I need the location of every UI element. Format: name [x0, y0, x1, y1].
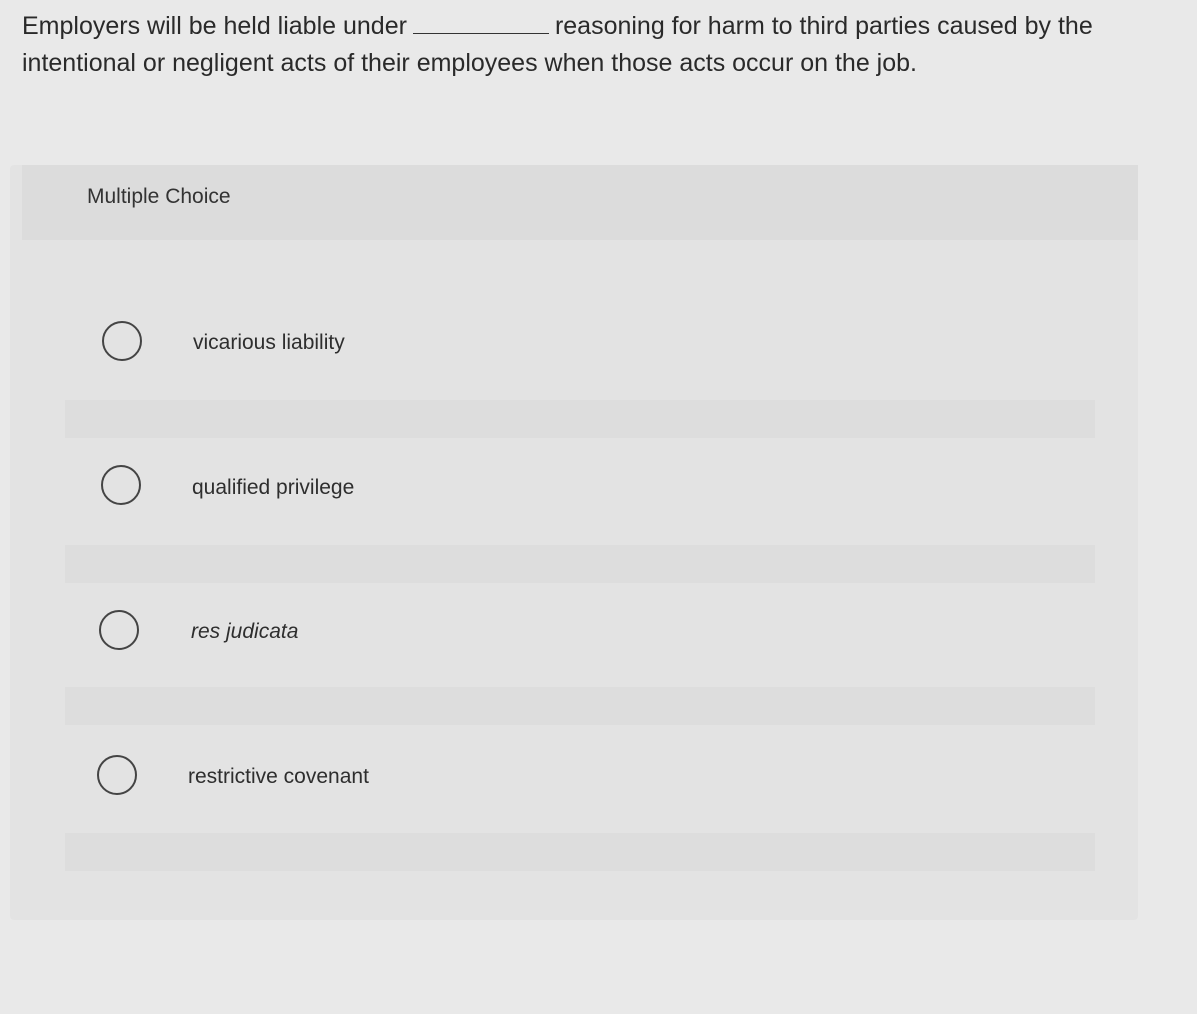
option-label[interactable]: qualified privilege — [192, 476, 354, 500]
option-divider — [65, 545, 1095, 583]
option-label[interactable]: vicarious liability — [193, 331, 345, 355]
question-text-before: Employers will be held liable under — [22, 12, 407, 40]
multiple-choice-panel: Multiple Choice vicarious liability qual… — [10, 165, 1138, 920]
radio-button[interactable] — [101, 465, 141, 505]
multiple-choice-title: Multiple Choice — [87, 185, 231, 208]
option-divider — [65, 400, 1095, 438]
radio-button[interactable] — [97, 755, 137, 795]
radio-button[interactable] — [102, 321, 142, 361]
option-divider — [65, 687, 1095, 725]
answer-blank — [412, 11, 549, 34]
option-divider — [65, 833, 1095, 871]
option-label[interactable]: res judicata — [191, 620, 298, 644]
option-label[interactable]: restrictive covenant — [188, 765, 369, 789]
question-text: Employers will be held liable under reaso… — [22, 8, 1142, 82]
radio-button[interactable] — [99, 610, 139, 650]
